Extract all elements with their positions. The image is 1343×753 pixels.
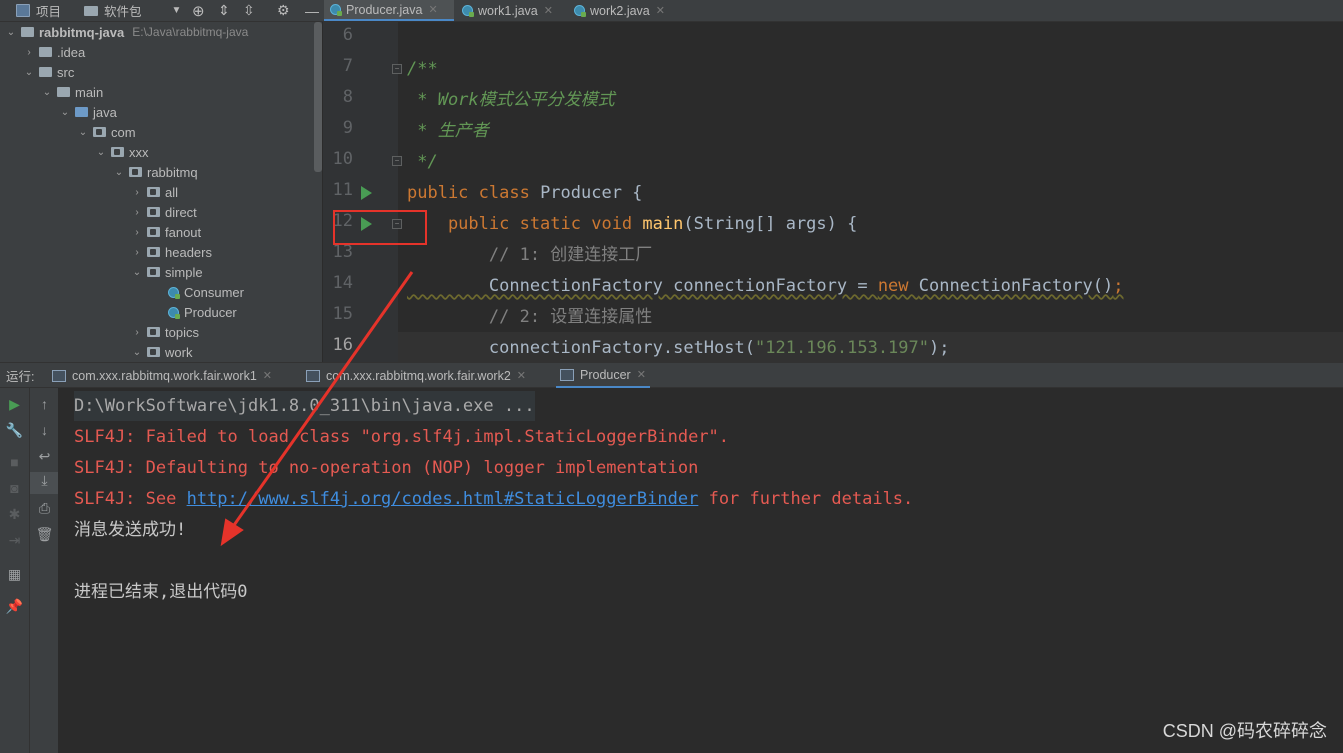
annotation-arrow xyxy=(220,271,414,547)
watermark: CSDN @码农碎碎念 xyxy=(1162,721,1327,741)
